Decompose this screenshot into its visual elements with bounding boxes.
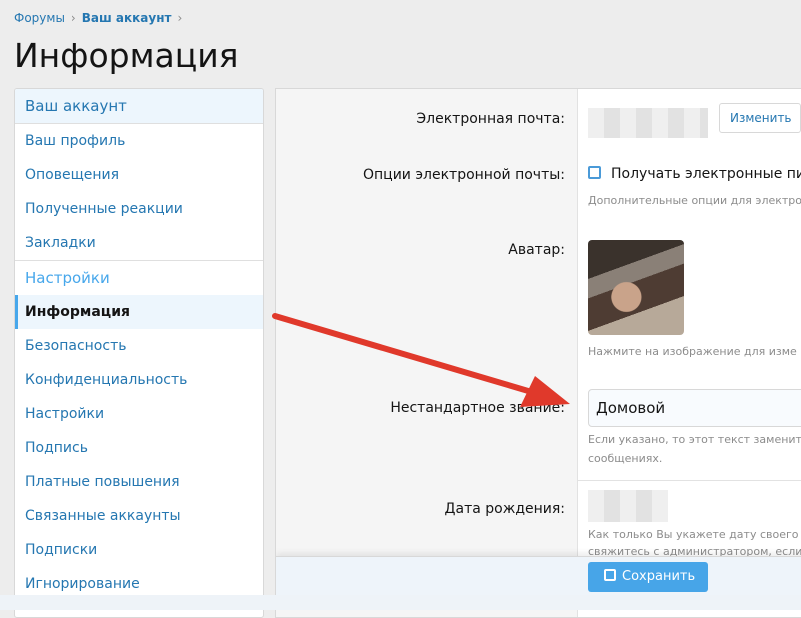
arrow-head [520,376,570,407]
arrow-shaft [272,313,538,396]
red-arrow-annotation [272,313,570,407]
